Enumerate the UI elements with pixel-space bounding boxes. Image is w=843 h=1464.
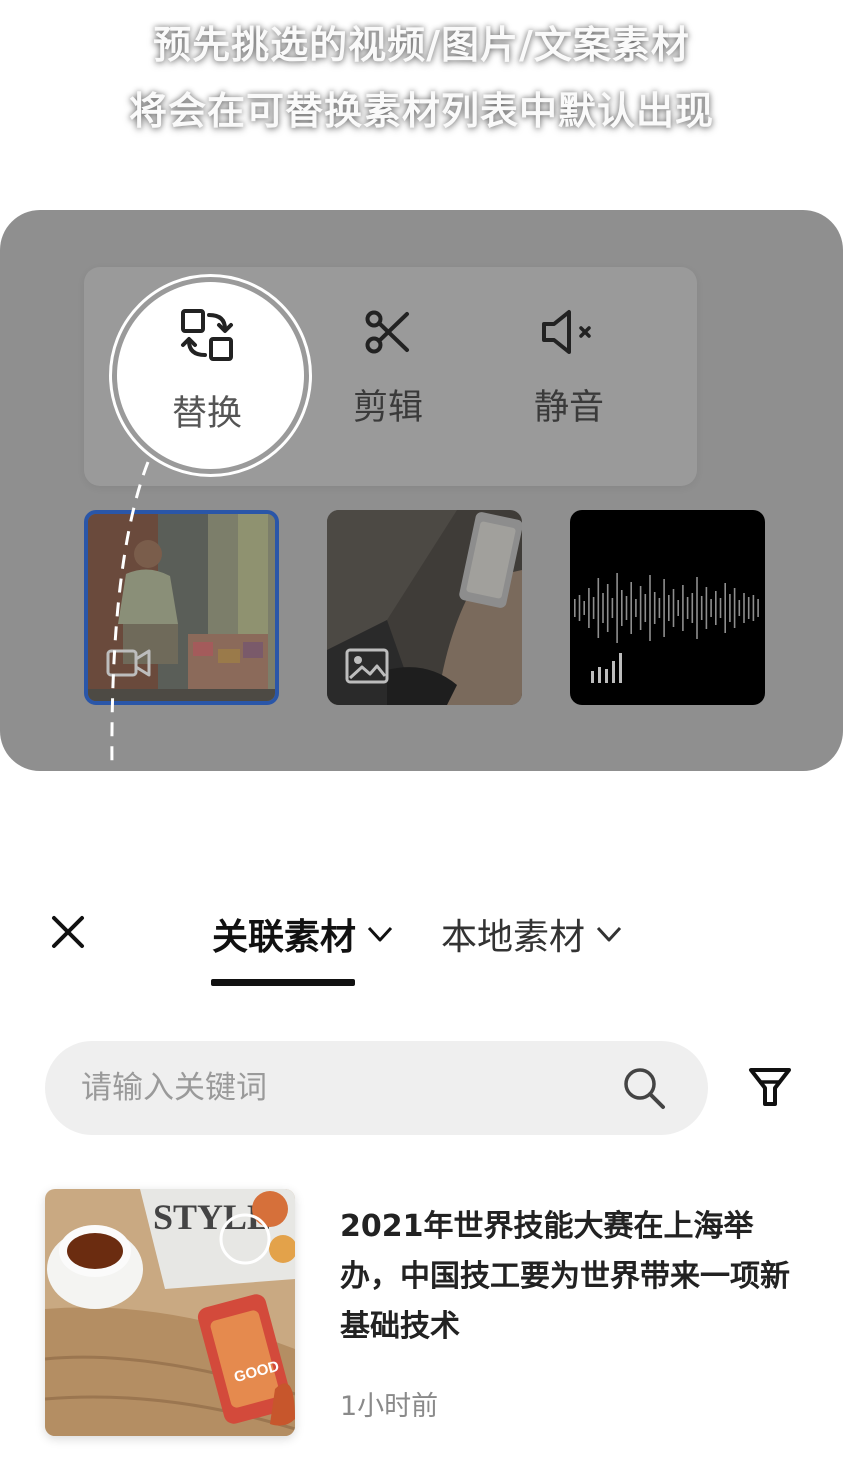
tab-local-materials[interactable]: 本地素材 <box>441 908 623 960</box>
waveform-bar <box>649 575 651 641</box>
waveform-bar <box>752 595 755 621</box>
waveform-bar <box>757 599 759 617</box>
mute-label: 静音 <box>533 388 604 428</box>
waveform-bar <box>635 599 637 617</box>
waveform-bar <box>677 600 679 616</box>
waveform-bar <box>700 596 703 620</box>
waveform-bar <box>621 590 623 626</box>
waveform-bar <box>606 584 609 632</box>
search-input[interactable] <box>81 1041 601 1135</box>
waveform-bar <box>658 598 661 618</box>
waveform-bar <box>724 583 726 633</box>
waveform-bar <box>578 595 581 621</box>
waveform-bar <box>738 600 741 616</box>
waveform-bar <box>715 591 717 625</box>
active-tab-indicator <box>211 979 355 986</box>
tab-local-label: 本地素材 <box>441 917 586 958</box>
close-icon[interactable] <box>46 910 90 954</box>
waveform-bar <box>691 593 694 623</box>
filter-icon[interactable] <box>747 1066 793 1108</box>
waveform-bar <box>733 588 736 628</box>
waveform-bar <box>588 588 590 628</box>
waveform-bar <box>653 592 656 624</box>
tab-related-materials[interactable]: 关联素材 <box>212 908 394 960</box>
waveform-bar <box>719 598 722 618</box>
waveform-bar <box>639 586 642 630</box>
waveform-bar <box>574 599 576 617</box>
speaker-mute-icon <box>542 310 591 354</box>
image-icon <box>345 648 389 684</box>
waveform-bar <box>672 589 675 627</box>
waveform-bar <box>616 573 618 643</box>
waveform-bar <box>686 597 689 619</box>
audio-bars-icon <box>591 653 622 683</box>
waveform-bar <box>630 582 632 634</box>
result-time: 1小时前 <box>340 1391 439 1422</box>
mute-button[interactable]: 静音 <box>489 307 649 430</box>
material-slot-video[interactable] <box>84 510 279 705</box>
waveform-bar <box>682 585 684 631</box>
waveform-bar <box>668 595 670 621</box>
tab-related-label: 关联素材 <box>212 917 357 958</box>
cut-button[interactable]: 剪辑 <box>308 307 468 430</box>
result-thumbnail[interactable]: STYLE GOOD <box>45 1189 295 1436</box>
waveform-bar <box>696 577 698 639</box>
result-title[interactable]: 2021年世界技能大赛在上海举办，中国技工要为世界带来一项新基础技术 <box>340 1202 810 1352</box>
scissors-icon <box>365 310 409 354</box>
waveform-bar <box>611 598 614 618</box>
caption-line-1: 预先挑选的视频/图片/文案素材 <box>153 23 690 67</box>
caption-line-2: 将会在可替换素材列表中默认出现 <box>128 89 714 133</box>
waveform-bar <box>597 578 600 638</box>
waveform-bar <box>592 597 595 619</box>
waveform-bar <box>583 601 585 615</box>
swap-icon <box>181 309 233 361</box>
waveform-bar <box>644 594 647 622</box>
search-box <box>45 1041 708 1135</box>
replace-button[interactable]: 替换 <box>127 307 287 436</box>
result-thumbnail-image: STYLE GOOD <box>45 1189 295 1436</box>
waveform-bar <box>729 594 731 622</box>
search-icon[interactable] <box>620 1064 668 1112</box>
waveform-bar <box>705 587 708 629</box>
waveform-bar <box>743 593 745 623</box>
waveform-bar <box>602 593 604 623</box>
cut-label: 剪辑 <box>352 388 423 428</box>
material-slot-audio[interactable] <box>570 510 765 705</box>
waveform-bar <box>710 599 712 617</box>
video-camera-icon <box>106 649 151 677</box>
waveform-bar <box>625 596 628 620</box>
material-slot-image[interactable] <box>327 510 522 705</box>
chevron-down-icon <box>596 926 622 942</box>
replace-label: 替换 <box>171 394 242 434</box>
chevron-down-icon <box>367 926 393 942</box>
waveform-bar <box>747 597 750 619</box>
waveform-bar <box>663 579 665 637</box>
